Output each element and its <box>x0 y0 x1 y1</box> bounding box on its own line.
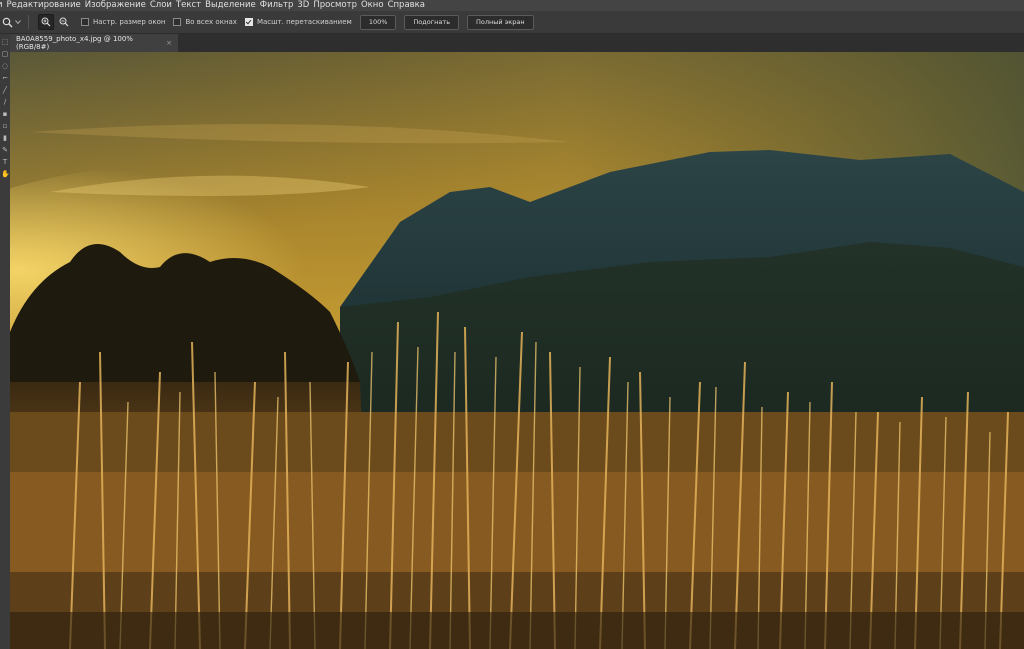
zoom-100-button[interactable]: 100% <box>359 14 397 30</box>
document-tab[interactable]: BA0A8559_photo_x4.jpg @ 100% (RGB/8#) × <box>10 34 178 52</box>
magnifier-icon[interactable] <box>0 15 14 29</box>
zoom-out-icon[interactable] <box>57 15 71 29</box>
zoom-in-icon[interactable] <box>38 14 54 30</box>
menu-type[interactable]: Текст <box>176 0 205 11</box>
all-windows-label: Во всех окнах <box>185 18 237 26</box>
brush-tool-icon[interactable]: ∕ <box>1 98 9 106</box>
pen-tool-icon[interactable]: ✎ <box>1 146 9 154</box>
stamp-tool-icon[interactable]: ▪ <box>1 110 9 118</box>
resize-windows-label: Настр. размер окон <box>93 18 166 26</box>
menu-select[interactable]: Выделение <box>205 0 260 11</box>
scrubby-zoom-checkbox[interactable]: Масшт. перетаскиванием <box>244 18 352 26</box>
move-tool-icon[interactable]: ⬚ <box>1 38 9 46</box>
options-bar: Настр. размер окон Во всех окнах Масшт. … <box>0 11 1024 34</box>
menu-view[interactable]: Просмотр <box>313 0 361 11</box>
divider <box>28 15 29 29</box>
menu-filter[interactable]: Фильтр <box>260 0 298 11</box>
checkbox-box <box>173 18 182 26</box>
close-icon[interactable]: × <box>166 39 172 47</box>
menu-edit[interactable]: Редактирование <box>7 0 85 11</box>
eraser-tool-icon[interactable]: ▫ <box>1 122 9 130</box>
type-tool-icon[interactable]: T <box>1 158 9 166</box>
checkbox-box-checked <box>244 18 253 26</box>
marquee-tool-icon[interactable]: ▢ <box>1 50 9 58</box>
menu-bar: и Редактирование Изображение Слои Текст … <box>0 0 1024 11</box>
menu-layers[interactable]: Слои <box>150 0 176 11</box>
document-tab-bar: BA0A8559_photo_x4.jpg @ 100% (RGB/8#) × <box>10 34 1024 52</box>
eyedropper-tool-icon[interactable]: ╱ <box>1 86 9 94</box>
hand-tool-icon[interactable]: ✋ <box>1 170 9 178</box>
photo-image <box>10 52 1024 649</box>
fit-screen-button[interactable]: Подогнать <box>404 14 460 30</box>
document-canvas[interactable] <box>10 52 1024 649</box>
menu-image[interactable]: Изображение <box>85 0 150 11</box>
checkbox-box <box>81 18 89 26</box>
document-tab-title: BA0A8559_photo_x4.jpg @ 100% (RGB/8#) <box>16 35 133 51</box>
gradient-tool-icon[interactable]: ▮ <box>1 134 9 142</box>
menu-3d[interactable]: 3D <box>297 0 313 11</box>
all-windows-checkbox[interactable]: Во всех окнах <box>173 18 237 26</box>
fill-screen-button[interactable]: Полный экран <box>467 14 534 30</box>
chevron-down-icon[interactable] <box>14 15 22 29</box>
lasso-tool-icon[interactable]: ◌ <box>1 62 9 70</box>
scrubby-zoom-label: Масшт. перетаскиванием <box>256 18 352 26</box>
crop-tool-icon[interactable]: ⌐ <box>1 74 9 82</box>
menu-help[interactable]: Справка <box>388 0 429 11</box>
resize-windows-checkbox[interactable]: Настр. размер окон <box>81 18 165 26</box>
menu-window[interactable]: Окно <box>361 0 388 11</box>
